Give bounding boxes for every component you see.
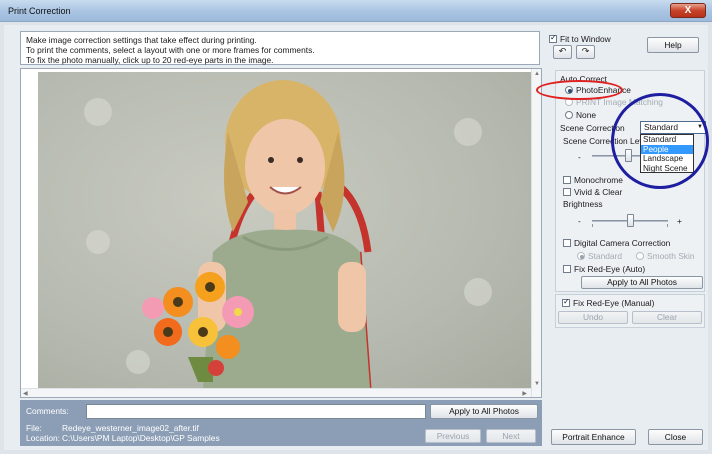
comments-label: Comments: (26, 406, 69, 416)
brightness-label: Brightness (563, 199, 603, 209)
clear-button[interactable]: Clear (632, 311, 702, 324)
slider-tick (667, 224, 668, 227)
scroll-left-icon[interactable]: ◀ (23, 390, 28, 397)
radio-icon (565, 111, 573, 119)
portrait-enhance-button[interactable]: Portrait Enhance (551, 429, 636, 445)
rotate-right-icon: ↷ (581, 46, 590, 56)
monochrome-checkbox[interactable]: Monochrome (563, 175, 623, 185)
fix-redeye-auto-checkbox[interactable]: Fix Red-Eye (Auto) (563, 264, 645, 274)
digital-camera-correction-checkbox[interactable]: Digital Camera Correction (563, 238, 670, 248)
location-path: C:\Users\PM Laptop\Desktop\GP Samples (62, 433, 220, 443)
rotate-left-button[interactable]: ↶ (553, 45, 572, 59)
fix-redeye-manual-checkbox[interactable]: Fix Red-Eye (Manual) (562, 297, 654, 308)
radio-selected-icon (577, 252, 585, 260)
checkbox-icon (563, 176, 571, 184)
next-button[interactable]: Next (486, 429, 536, 443)
brightness-minus: - (578, 216, 581, 226)
view-controls: Fit to Window ↶ ↷ Help (549, 31, 705, 67)
rotate-left-icon: ↶ (558, 46, 567, 56)
vivid-clear-checkbox[interactable]: Vivid & Clear (563, 187, 622, 197)
photo-preview[interactable]: ▲ ▼ ◀ ▶ (20, 68, 542, 398)
location-label: Location: (26, 433, 60, 443)
instruction-line: To print the comments, select a layout w… (26, 45, 315, 55)
dc-standard-radio[interactable]: Standard (577, 251, 622, 261)
close-button[interactable]: Close (648, 429, 703, 445)
previous-button[interactable]: Previous (425, 429, 481, 443)
window-close-button[interactable]: X (670, 3, 706, 18)
comments-input[interactable] (86, 404, 426, 419)
apply-to-all-photos-button[interactable]: Apply to All Photos (581, 276, 703, 289)
dc-smooth-skin-radio[interactable]: Smooth Skin (636, 251, 694, 261)
undo-button[interactable]: Undo (558, 311, 628, 324)
instruction-line: To fix the photo manually, click up to 2… (26, 55, 274, 65)
fit-to-window-checkbox[interactable]: Fit to Window (549, 33, 611, 44)
annotation-blue-circle (611, 93, 709, 189)
scroll-right-icon[interactable]: ▶ (522, 390, 527, 397)
slider-tick (592, 224, 593, 227)
horizontal-scrollbar[interactable]: ◀ ▶ (21, 388, 531, 397)
instruction-line: Make image correction settings that take… (26, 35, 257, 45)
file-label: File: (26, 423, 42, 433)
checkbox-icon (563, 265, 571, 273)
checkbox-checked-icon (562, 297, 570, 307)
brightness-plus: + (677, 216, 682, 226)
file-name: Redeye_westerner_image02_after.tif (62, 423, 199, 433)
photo-image[interactable] (38, 72, 534, 388)
window-title: Print Correction (8, 6, 71, 16)
checkbox-checked-icon (549, 33, 557, 43)
rotate-right-button[interactable]: ↷ (576, 45, 595, 59)
checkbox-icon (563, 239, 571, 247)
checkbox-icon (563, 188, 571, 196)
scroll-down-icon[interactable]: ▼ (534, 381, 540, 387)
photo-illustration (84, 80, 492, 388)
comments-apply-all-button[interactable]: Apply to All Photos (430, 404, 538, 419)
scroll-up-icon[interactable]: ▲ (534, 71, 540, 77)
instructions-box: Make image correction settings that take… (20, 31, 540, 65)
brightness-slider-thumb[interactable] (627, 214, 634, 227)
help-button[interactable]: Help (647, 37, 699, 53)
radio-icon (636, 252, 644, 260)
title-bar: Print Correction X (0, 0, 712, 22)
scene-level-minus: - (578, 152, 581, 162)
annotation-red-ellipse (536, 80, 623, 100)
file-info-panel: Comments: Apply to All Photos File: Rede… (20, 400, 542, 446)
none-radio[interactable]: None (565, 110, 596, 120)
vertical-scrollbar[interactable]: ▲ ▼ (531, 69, 541, 397)
